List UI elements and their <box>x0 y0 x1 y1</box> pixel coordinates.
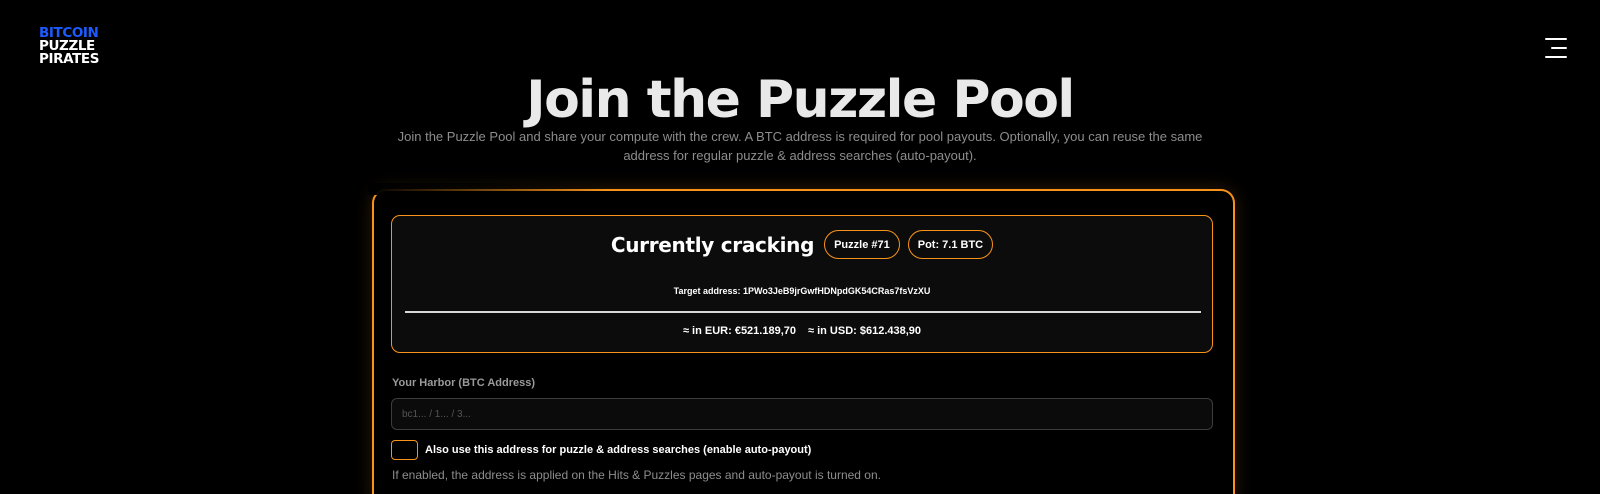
page-title: Join the Puzzle Pool <box>526 70 1075 130</box>
hamburger-menu-icon[interactable] <box>1543 38 1567 58</box>
cracking-title: Currently cracking <box>610 232 815 257</box>
fiat-values: ≈ in EUR: €521.189,70 ≈ in USD: $612.438… <box>392 325 1212 337</box>
eur-value: ≈ in EUR: €521.189,70 <box>682 325 796 337</box>
divider <box>405 311 1201 313</box>
cracking-header: Currently cracking Puzzle #71 Pot: 7.1 B… <box>392 230 1212 259</box>
btc-address-label: Your Harbor (BTC Address) <box>392 377 536 389</box>
target-address: Target address: 1PWo3JeB9jrGwfHDNpdGK54C… <box>673 286 931 296</box>
menu-bar <box>1551 47 1567 49</box>
auto-payout-hint: If enabled, the address is applied on th… <box>392 468 881 482</box>
logo-line-pirates: PIRATES <box>39 51 100 67</box>
pot-badge: Pot: 7.1 BTC <box>907 230 994 259</box>
currently-cracking-panel: Currently cracking Puzzle #71 Pot: 7.1 B… <box>391 215 1213 353</box>
btc-address-input[interactable] <box>391 398 1213 430</box>
menu-bar <box>1545 38 1567 40</box>
auto-payout-row: Also use this address for puzzle & addre… <box>391 440 811 460</box>
page-subtitle: Join the Puzzle Pool and share your comp… <box>397 129 1203 163</box>
auto-payout-checkbox[interactable] <box>391 440 418 460</box>
usd-value: ≈ in USD: $612.438,90 <box>808 325 922 337</box>
menu-bar <box>1545 56 1567 58</box>
card-edge-fade <box>368 183 608 195</box>
puzzle-badge: Puzzle #71 <box>824 230 900 259</box>
brand-logo[interactable]: BITCOIN PUZZLE PIRATES <box>39 26 100 67</box>
page: BITCOIN PUZZLE PIRATES Join the Puzzle P… <box>0 0 1600 494</box>
auto-payout-label[interactable]: Also use this address for puzzle & addre… <box>425 444 811 456</box>
